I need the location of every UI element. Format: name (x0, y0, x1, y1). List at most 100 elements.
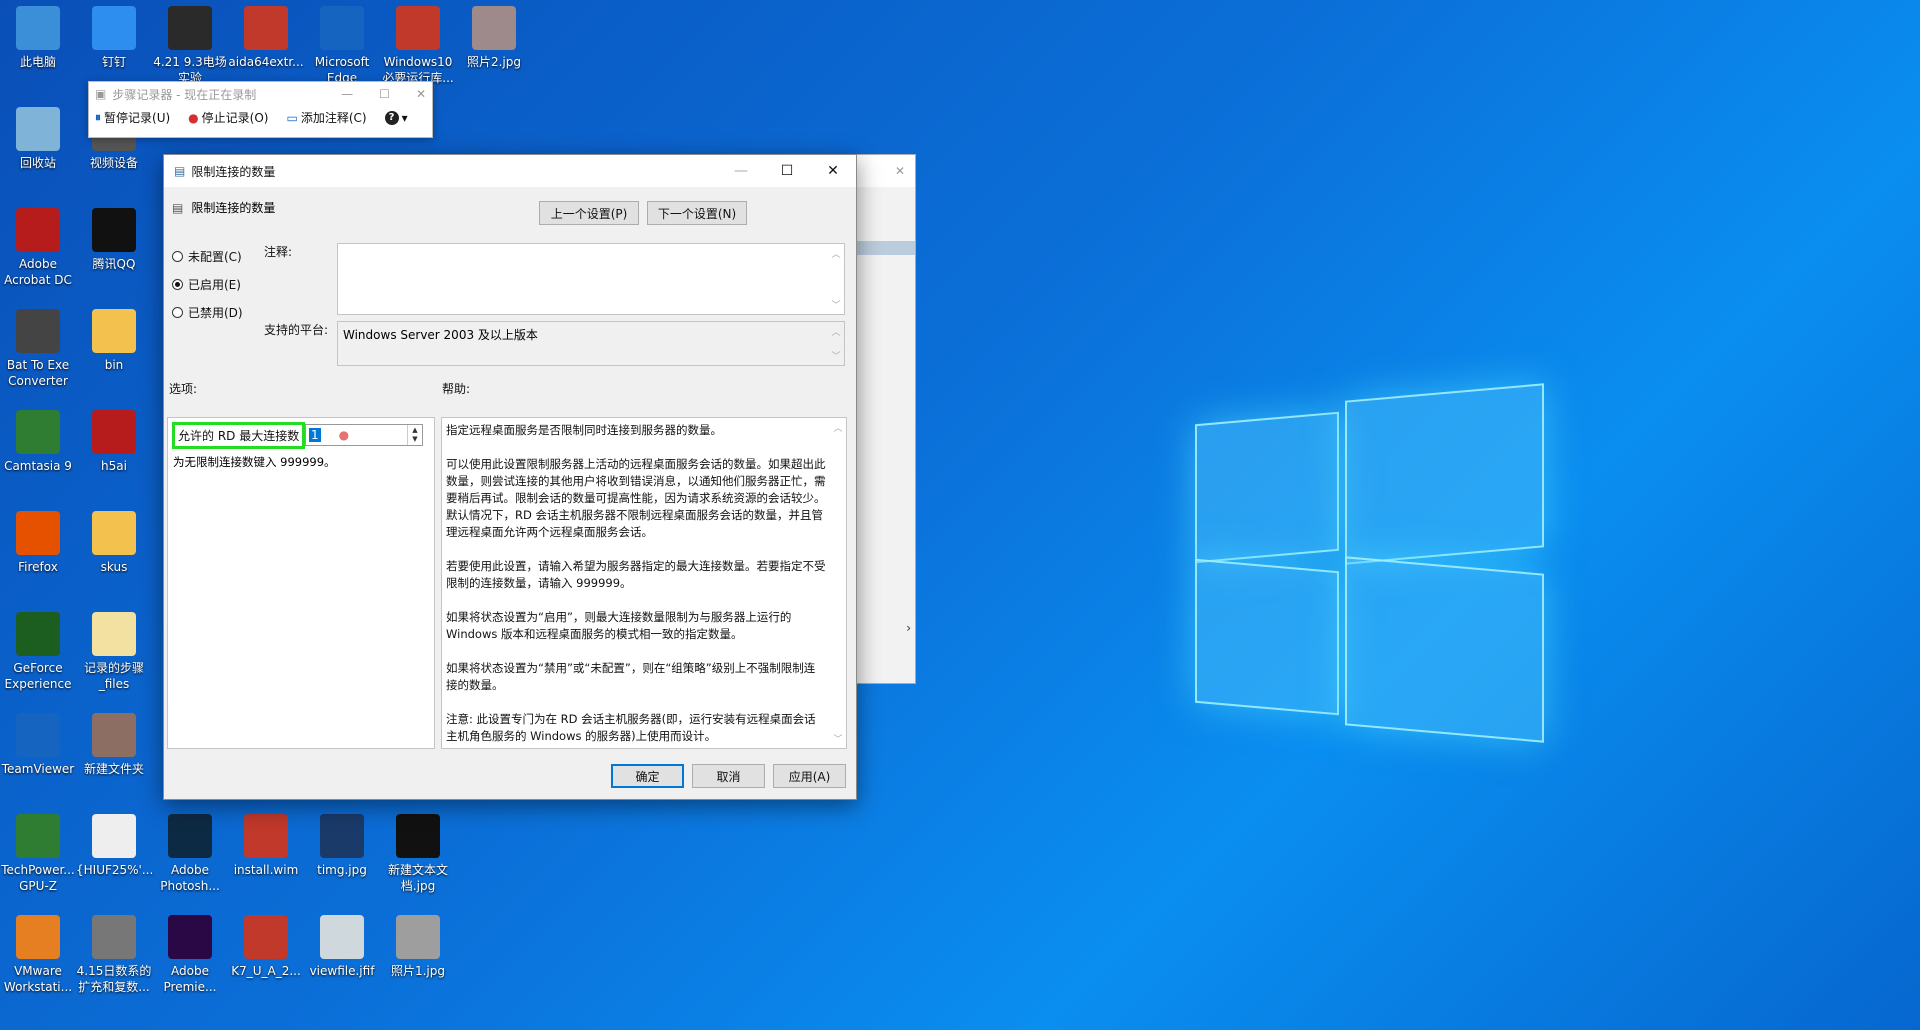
desktop-icon[interactable]: aida64extr... (228, 6, 304, 70)
background-window[interactable]: ✕ › (850, 154, 916, 684)
dialog-title: 限制连接的数量 (191, 164, 276, 179)
desktop-icon[interactable]: 此电脑 (0, 6, 76, 70)
app-icon (168, 6, 212, 50)
desktop-icon[interactable]: 照片1.jpg (380, 915, 456, 979)
close-icon[interactable]: ✕ (851, 155, 915, 187)
spin-down-icon[interactable]: ▼ (412, 435, 417, 444)
desktop-icon[interactable]: 照片2.jpg (456, 6, 532, 70)
radio-not-configured[interactable]: 未配置(C) (172, 248, 242, 265)
app-icon (92, 814, 136, 858)
pause-record-button[interactable]: ⏸ 暂停记录(U) (95, 109, 170, 126)
desktop-icon[interactable]: install.wim (228, 814, 304, 878)
radio-enabled[interactable]: 已启用(E) (172, 276, 241, 293)
desktop-icon-label: bin (104, 358, 124, 372)
desktop-icon[interactable]: GeForce Experience (0, 612, 76, 692)
desktop-icon[interactable]: viewfile.jfif (304, 915, 380, 979)
selected-row (851, 241, 915, 255)
scrollbar[interactable]: ︿ ﹀ (828, 244, 844, 314)
logo-pane (1345, 556, 1544, 743)
desktop-icon-label: Adobe Acrobat DC (4, 257, 72, 287)
radio-disabled[interactable]: 已禁用(D) (172, 304, 243, 321)
desktop-icon[interactable]: Bat To Exe Converter (0, 309, 76, 389)
setting-icon: ▤ (172, 200, 184, 215)
desktop-icon[interactable]: Firefox (0, 511, 76, 575)
app-icon (396, 814, 440, 858)
app-icon (92, 713, 136, 757)
desktop-icon[interactable]: Adobe Acrobat DC (0, 208, 76, 288)
desktop-icon[interactable]: timg.jpg (304, 814, 380, 878)
logo-pane (1345, 383, 1544, 565)
desktop-icon[interactable]: 回收站 (0, 107, 76, 171)
app-icon (244, 915, 288, 959)
previous-setting-button[interactable]: 上一个设置(P) (539, 201, 639, 225)
desktop-icon[interactable]: 腾讯QQ (76, 208, 152, 272)
help-button[interactable]: ? ▾ (384, 110, 408, 125)
desktop-icon[interactable]: Windows10 必要运行库... (380, 6, 456, 86)
scrollbar[interactable]: ︿ ﹀ (830, 418, 846, 748)
desktop-icon-label: viewfile.jfif (309, 964, 375, 978)
ok-button[interactable]: 确定 (611, 764, 684, 788)
spin-arrows[interactable]: ▲ ▼ (407, 425, 422, 445)
stop-record-button[interactable]: ● 停止记录(O) (188, 109, 268, 126)
app-icon (92, 612, 136, 656)
desktop-icon[interactable]: Camtasia 9 (0, 410, 76, 474)
desktop-icon[interactable]: VMware Workstati... (0, 915, 76, 995)
help-icon: ? (384, 110, 399, 125)
desktop-icon[interactable]: 4.21 9.3电场 实验 (152, 6, 228, 86)
desktop-icon-label: 钉钉 (101, 55, 126, 69)
desktop-icon[interactable]: TeamViewer (0, 713, 76, 777)
desktop-icon-label: 此电脑 (19, 55, 56, 69)
help-paragraph: 如果将状态设置为“启用”，则最大连接数量限制为与服务器上运行的 Windows … (446, 610, 792, 641)
apply-button[interactable]: 应用(A) (773, 764, 846, 788)
help-paragraph: 如果将状态设置为“禁用”或“未配置”，则在“组策略”级别上不强制限制连接的数量。 (446, 661, 816, 692)
comment-label: 添加注释(C) (300, 111, 367, 125)
pause-icon: ⏸ (95, 110, 102, 124)
app-icon (396, 6, 440, 50)
desktop-icon[interactable]: Microsoft Edge (304, 6, 380, 86)
spin-up-icon[interactable]: ▲ (412, 426, 417, 435)
close-icon[interactable]: ✕ (416, 87, 426, 101)
desktop-icon[interactable]: Adobe Photosh... (152, 814, 228, 894)
desktop-icon[interactable]: TechPower... GPU-Z (0, 814, 76, 894)
scrollbar[interactable]: ︿ ﹀ (828, 322, 844, 365)
app-icon (396, 915, 440, 959)
desktop-icon[interactable]: 新建文件夹 (76, 713, 152, 777)
desktop-icon-label: 回收站 (19, 156, 56, 170)
desktop-icon-label: timg.jpg (317, 863, 367, 877)
policy-setting-dialog: ▤ 限制连接的数量 — ☐ ✕ ▤ 限制连接的数量 上一个设置(P) 下一个设置… (163, 154, 857, 800)
desktop-icon-label: K7_U_A_2... (231, 964, 301, 978)
desktop-icon[interactable]: Adobe Premie... (152, 915, 228, 995)
maximize-icon[interactable]: ☐ (379, 87, 390, 101)
desktop-icon[interactable]: h5ai (76, 410, 152, 474)
minimize-icon[interactable]: — (341, 87, 353, 101)
desktop-icon[interactable]: {HIUF25%'... (76, 814, 153, 878)
pause-label: 暂停记录(U) (104, 111, 171, 125)
options-label: 选项: (169, 382, 198, 396)
chevron-right-icon[interactable]: › (906, 621, 911, 635)
radio-circle (172, 251, 183, 262)
minimize-icon[interactable]: — (718, 155, 764, 187)
max-connections-spinbox[interactable]: 1 ● ▲ ▼ (305, 424, 423, 446)
options-panel: 允许的 RD 最大连接数 1 ● ▲ ▼ 为无限制连接数键入 999999。 (167, 417, 435, 749)
maximize-icon[interactable]: ☐ (764, 155, 810, 187)
steps-recorder-window[interactable]: ▣ 步骤记录器 - 现在正在录制 — ☐ ✕ ⏸ 暂停记录(U) ● 停止记录(O)… (88, 81, 433, 138)
recorder-titlebar: ▣ 步骤记录器 - 现在正在录制 — ☐ ✕ (89, 82, 432, 106)
add-comment-button[interactable]: ▭ 添加注释(C) (286, 109, 366, 126)
desktop-icon[interactable]: 4.15日数系的扩充和复数... (76, 915, 152, 995)
cancel-button[interactable]: 取消 (692, 764, 765, 788)
desktop-icon[interactable]: K7_U_A_2... (228, 915, 304, 979)
desktop-icon-label: install.wim (233, 863, 299, 877)
app-icon (16, 915, 60, 959)
help-paragraph: 若要使用此设置，请输入希望为服务器指定的最大连接数量。若要指定不受限制的连接数量… (446, 559, 826, 590)
comment-textarea[interactable]: ︿ ﹀ (337, 243, 845, 315)
desktop-icon-label: TechPower... GPU-Z (1, 863, 75, 893)
desktop-icon[interactable]: bin (76, 309, 152, 373)
desktop-icon[interactable]: 新建文本文档.jpg (380, 814, 456, 894)
desktop-icon-label: 视频设备 (89, 156, 138, 170)
desktop-icon[interactable]: 记录的步骤_files (76, 612, 152, 692)
chevron-down-icon: ﹀ (831, 352, 841, 362)
close-icon[interactable]: ✕ (810, 155, 856, 187)
desktop-icon[interactable]: skus (76, 511, 152, 575)
next-setting-button[interactable]: 下一个设置(N) (647, 201, 747, 225)
desktop-icon[interactable]: 钉钉 (76, 6, 152, 70)
